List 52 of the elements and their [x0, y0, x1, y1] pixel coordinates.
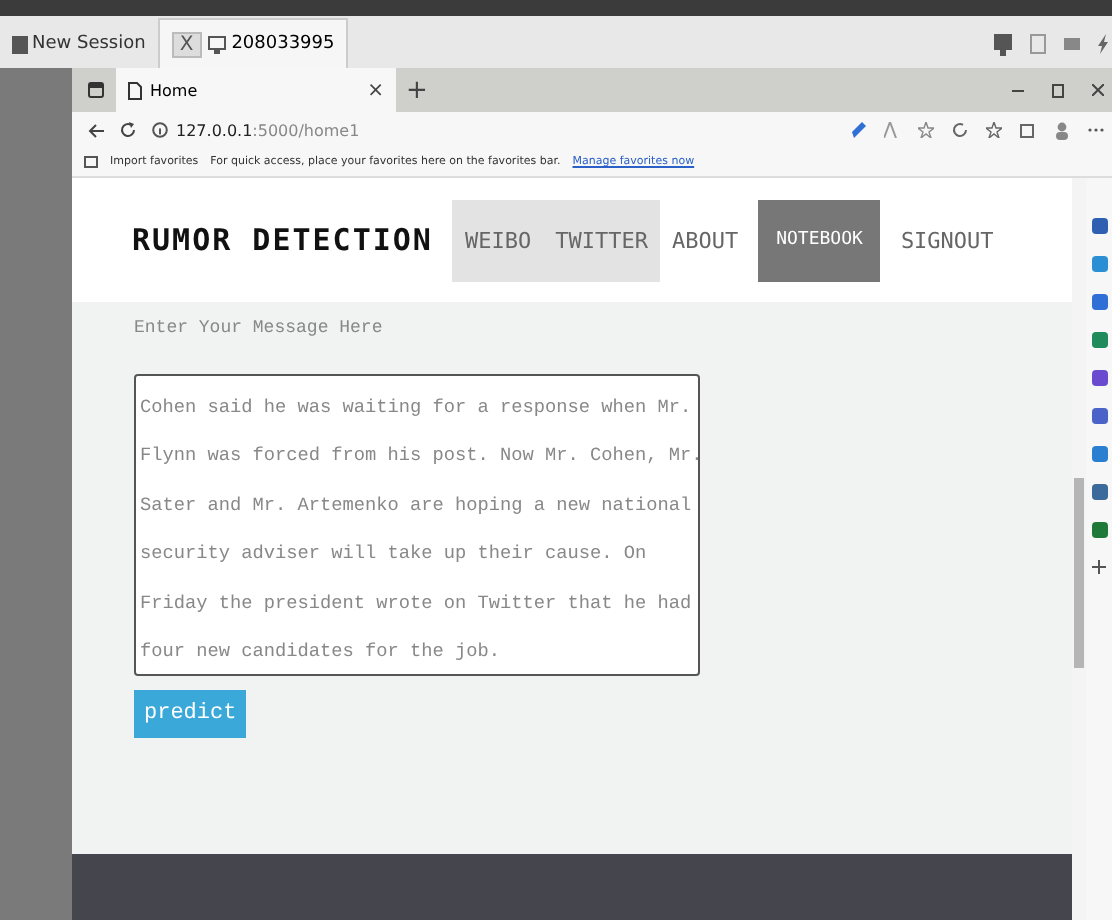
sidebar-app-icon[interactable]: [1091, 256, 1107, 272]
tab-actions-icon[interactable]: [88, 82, 104, 98]
sidebar-app-icon[interactable]: [1091, 218, 1107, 234]
extension-icon[interactable]: [852, 122, 866, 138]
message-label: Enter Your Message Here: [132, 316, 385, 338]
info-icon[interactable]: [152, 122, 168, 138]
message-text-line: Flynn was forced from his post. Now Mr. Cohen, Mr.: [140, 442, 698, 471]
favorites-icon[interactable]: [986, 122, 1002, 138]
restore-icon[interactable]: [1052, 83, 1064, 97]
import-icon[interactable]: [84, 156, 98, 168]
profile-icon[interactable]: [1054, 121, 1070, 139]
sidebar-app-icon[interactable]: [1091, 370, 1107, 386]
sidebar-app-icon[interactable]: [1091, 522, 1107, 538]
nav-link[interactable]: TWITTER: [543, 199, 660, 281]
collections-icon[interactable]: [1020, 122, 1036, 138]
nav-link[interactable]: ABOUT: [659, 199, 751, 281]
session-icon: [12, 35, 28, 53]
nav-link[interactable]: SIGNOUT: [888, 199, 1006, 281]
session-tab[interactable]: X 208033995: [157, 18, 349, 68]
close-tab-button[interactable]: X: [171, 31, 202, 57]
message-text-line: Sater and Mr. Artemenko are hoping a new national: [140, 491, 694, 520]
message-text-line: Cohen said he was waiting for a response when Mr.: [140, 394, 694, 422]
close-icon[interactable]: [1092, 83, 1104, 95]
browser-tab[interactable]: Home ×: [116, 68, 396, 112]
new-tab-button[interactable]: +: [406, 75, 428, 105]
address-field[interactable]: 127.0.0.1:5000/home1: [176, 121, 360, 139]
message-text-line: security adviser will take up their cause. On: [140, 540, 649, 569]
message-text-line: four new candidates for the job.: [140, 638, 503, 667]
back-icon[interactable]: [88, 123, 104, 137]
close-tab-button[interactable]: ×: [367, 79, 384, 101]
monitor-icon: [207, 35, 226, 53]
tab-title: Home: [150, 81, 198, 99]
lightning-icon[interactable]: [1098, 34, 1108, 54]
add-icon[interactable]: [1092, 560, 1106, 574]
star-icon[interactable]: [918, 122, 934, 138]
sidebar-app-icon[interactable]: [1091, 294, 1107, 310]
page-icon: [128, 81, 142, 99]
refresh-icon[interactable]: [952, 122, 968, 138]
nav-link[interactable]: NOTEBOOK: [758, 199, 881, 281]
sidebar-app-icon[interactable]: [1091, 484, 1107, 500]
sidebar-app-icon[interactable]: [1091, 332, 1107, 348]
sidebar-app-icon[interactable]: [1091, 408, 1107, 424]
session-tab-label: 208033995: [231, 34, 335, 54]
new-session-button[interactable]: New Session: [0, 20, 158, 68]
refresh-icon[interactable]: [120, 122, 136, 138]
message-text-line: Friday the president wrote on Twitter that he had: [140, 589, 694, 618]
nav-link[interactable]: WEIBO: [452, 199, 544, 281]
sidebar-app-icon[interactable]: [1091, 446, 1107, 462]
brand-title: RUMOR DETECTION: [132, 222, 433, 258]
chat-icon[interactable]: [994, 33, 1012, 55]
message-field[interactable]: [134, 374, 700, 676]
read-aloud-icon[interactable]: [884, 122, 900, 138]
